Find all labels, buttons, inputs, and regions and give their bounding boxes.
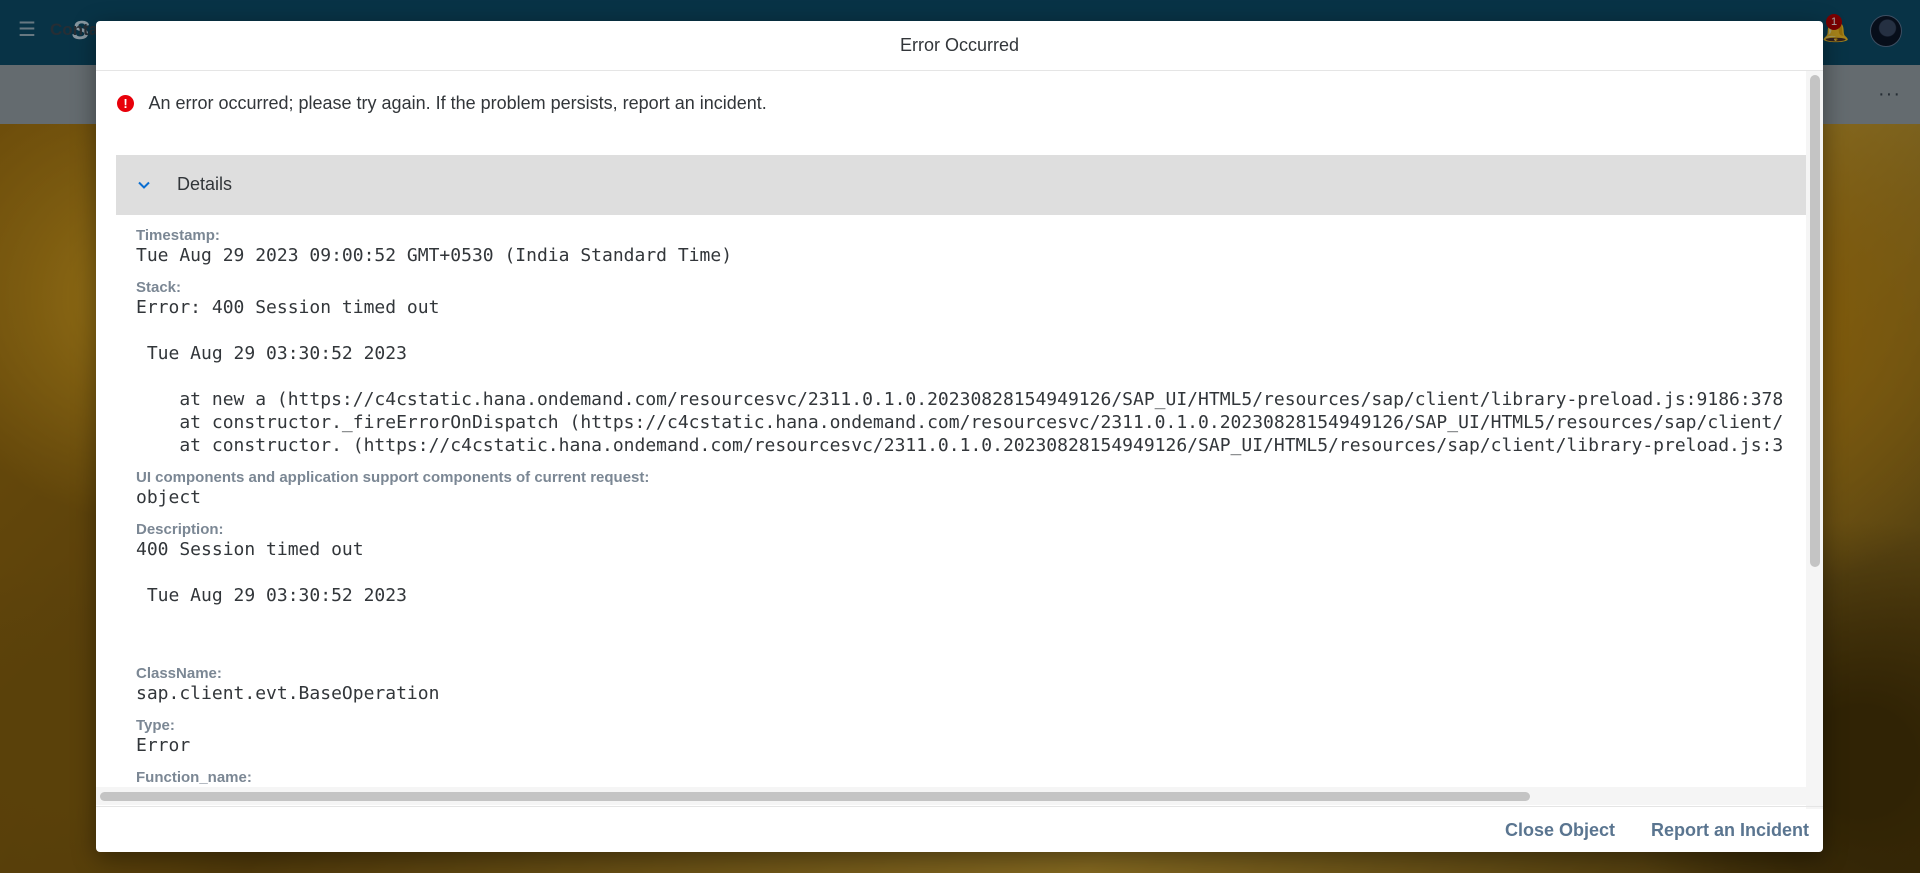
timestamp-field: Timestamp: Tue Aug 29 2023 09:00:52 GMT+… [136,227,1796,267]
stack-field: Stack: Error: 400 Session timed out Tue … [136,279,1796,457]
horizontal-scrollbar-thumb[interactable] [100,792,1530,801]
field-label: Stack: [136,279,182,296]
error-icon: ! [117,95,134,112]
ui-components-field: UI components and application support co… [136,469,1796,509]
field-value: Error [136,735,191,756]
report-incident-button[interactable]: Report an Incident [1651,817,1809,843]
field-value: Tue Aug 29 2023 09:00:52 GMT+0530 (India… [136,245,733,266]
error-message-strip: ! An error occurred; please try again. I… [117,93,767,117]
stack-error-line: Error: 400 Session timed out [136,297,440,318]
field-label: UI components and application support co… [136,469,650,486]
field-label: Type: [136,717,175,734]
field-label: Description: [136,521,224,538]
stack-trace-line: at new a (https://c4cstatic.hana.ondeman… [136,389,1784,410]
description-field: Description: 400 Session timed out Tue A… [136,521,1796,653]
close-object-button[interactable]: Close Object [1505,817,1615,843]
error-dialog: Error Occurred ! An error occurred; plea… [96,21,1823,852]
dialog-footer: Close Object Report an Incident [96,806,1823,852]
vertical-scrollbar-thumb[interactable] [1810,75,1820,567]
classname-field: ClassName: sap.client.evt.BaseOperation [136,665,1796,705]
stack-trace-line: at constructor. (https://c4cstatic.hana.… [136,435,1784,456]
field-label: Function_name: [136,769,252,786]
error-message: An error occurred; please try again. If … [148,93,767,113]
field-label: Timestamp: [136,227,220,244]
details-body: Timestamp: Tue Aug 29 2023 09:00:52 GMT+… [136,227,1796,798]
field-label: ClassName: [136,665,222,682]
stack-time-line: Tue Aug 29 03:30:52 2023 [136,343,407,364]
stack-trace-line: at constructor._fireErrorOnDispatch (htt… [136,412,1784,433]
field-value: 400 Session timed out [136,539,364,560]
details-panel-header[interactable]: Details [116,155,1806,215]
type-field: Type: Error [136,717,1796,757]
chevron-down-icon[interactable] [136,177,152,193]
field-value: sap.client.evt.BaseOperation [136,683,440,704]
details-label: Details [177,174,233,194]
description-time-line: Tue Aug 29 03:30:52 2023 [136,585,407,606]
function-name-field: Function_name: [136,769,1796,786]
dialog-content: ! An error occurred; please try again. I… [96,71,1806,809]
dialog-title: Error Occurred [96,21,1823,71]
field-value: object [136,487,202,508]
